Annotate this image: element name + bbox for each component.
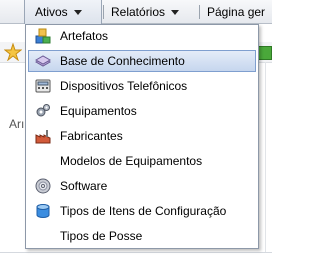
menu-item-base-de-conhecimento[interactable]: Base de Conhecimento [28,50,256,72]
menu-item-label: Tipos de Itens de Configuração [60,204,227,218]
menu-separator [103,5,104,19]
menu-item-label: Dispositivos Telefônicos [60,79,188,93]
menu-item-tipos-de-posse[interactable]: Tipos de Posse [28,225,256,247]
menu-item-label: Fabricantes [60,129,123,143]
menu-ativos-label: Ativos [35,5,68,19]
menu-item-label: Artefatos [60,29,109,43]
database-icon [36,204,50,218]
factory-icon [35,130,51,144]
menu-ativos[interactable]: Ativos [24,0,102,24]
menu-relatorios[interactable]: Relatórios [111,0,180,24]
phone-device-icon [35,79,51,93]
menu-item-label: Base de Conhecimento [60,54,185,68]
menu-pagina-geral[interactable]: Página ger [207,0,265,24]
gears-icon [36,104,50,117]
artifacts-icon [35,28,51,44]
main-menubar: Ativos Relatórios Página ger [0,0,272,24]
menu-pagina-label: Página ger [207,5,266,19]
column-divider [265,62,266,252]
menu-item-fabricantes[interactable]: Fabricantes [28,125,256,147]
ativos-dropdown-menu: Artefatos Base de Conhecimento Dispositi… [25,24,259,249]
knowledge-base-icon [35,55,51,67]
menu-item-dispositivos-telefonicos[interactable]: Dispositivos Telefônicos [28,75,256,97]
menu-item-software[interactable]: Software [28,175,256,197]
footer-divider [0,252,272,253]
new-item-icon[interactable] [4,43,22,61]
menu-item-modelos-de-equipamentos[interactable]: Modelos de Equipamentos [28,150,256,172]
chevron-down-icon [171,10,180,16]
menu-item-artefatos[interactable]: Artefatos [28,25,256,47]
menu-item-tipos-de-itens-de-configuracao[interactable]: Tipos de Itens de Configuração [28,200,256,222]
menu-item-label: Tipos de Posse [60,229,143,243]
menu-item-label: Modelos de Equipamentos [60,154,203,168]
menu-relatorios-label: Relatórios [111,5,166,19]
cd-icon [35,178,51,194]
export-icon[interactable] [258,46,272,60]
chevron-down-icon [73,10,82,16]
menu-item-label: Equipamentos [60,104,137,118]
menu-separator [199,5,200,19]
menu-item-equipamentos[interactable]: Equipamentos [28,100,256,122]
menu-item-label: Software [60,179,108,193]
background-label: Arı [9,117,25,131]
